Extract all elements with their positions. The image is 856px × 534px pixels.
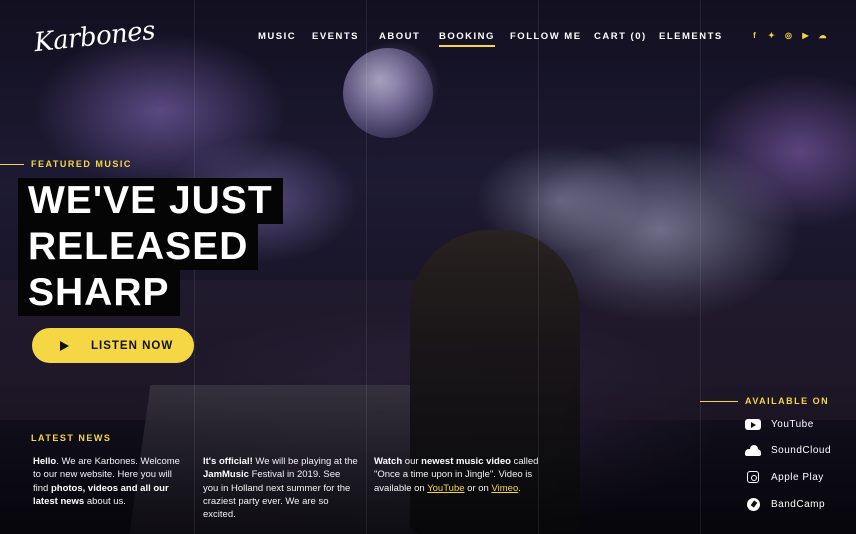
news-item: It's official! We will be playing at the… — [203, 456, 358, 521]
platform-youtube[interactable]: YouTube — [745, 417, 814, 431]
hero-headline: WE'VE JUST RELEASED SHARP — [18, 178, 283, 316]
soundcloud-icon — [745, 443, 761, 457]
nav-item-events[interactable]: EVENTS — [312, 31, 359, 42]
headline-line: RELEASED — [18, 224, 259, 270]
listen-now-label: LISTEN NOW — [91, 339, 174, 352]
apple-play-icon — [745, 470, 761, 484]
nav-item-about[interactable]: ABOUT — [379, 31, 420, 42]
nav-item-booking[interactable]: BOOKING — [439, 31, 495, 47]
eyebrow-divider — [0, 164, 24, 165]
nav-item-elements[interactable]: ELEMENTS — [659, 31, 723, 42]
available-divider — [700, 401, 738, 402]
play-icon — [60, 340, 69, 351]
facebook-icon[interactable]: f — [750, 31, 759, 40]
news-item: Hello. We are Karbones. Welcome to our n… — [33, 456, 180, 507]
nav-item-music[interactable]: MUSIC — [258, 31, 296, 42]
youtube-link[interactable]: YouTube — [427, 483, 464, 494]
platform-bandcamp[interactable]: BandCamp — [745, 497, 825, 511]
nav-item-follow-me[interactable]: FOLLOW ME — [510, 31, 582, 42]
listen-now-button[interactable]: LISTEN NOW — [32, 328, 194, 363]
twitter-icon[interactable]: ✦ — [767, 31, 776, 40]
soundcloud-icon[interactable]: ☁ — [818, 31, 827, 40]
latest-news-title: LATEST NEWS — [31, 433, 112, 443]
instagram-icon[interactable]: ◎ — [784, 31, 793, 40]
platform-soundcloud[interactable]: SoundCloud — [745, 443, 831, 457]
youtube-icon — [745, 417, 761, 431]
featured-eyebrow: FEATURED MUSIC — [31, 159, 132, 169]
vimeo-link[interactable]: Vimeo — [491, 483, 518, 494]
social-links: f ✦ ◎ ▶ ☁ — [750, 31, 827, 40]
nav-item-cart[interactable]: CART (0) — [594, 31, 647, 42]
youtube-icon[interactable]: ▶ — [801, 31, 810, 40]
available-on-title: AVAILABLE ON — [745, 396, 830, 406]
platform-apple-play[interactable]: Apple Play — [745, 470, 824, 484]
news-item: Watch our newest music video called "Onc… — [374, 456, 539, 494]
bandcamp-icon — [745, 497, 761, 511]
headline-line: SHARP — [18, 270, 180, 316]
headline-line: WE'VE JUST — [18, 178, 283, 224]
